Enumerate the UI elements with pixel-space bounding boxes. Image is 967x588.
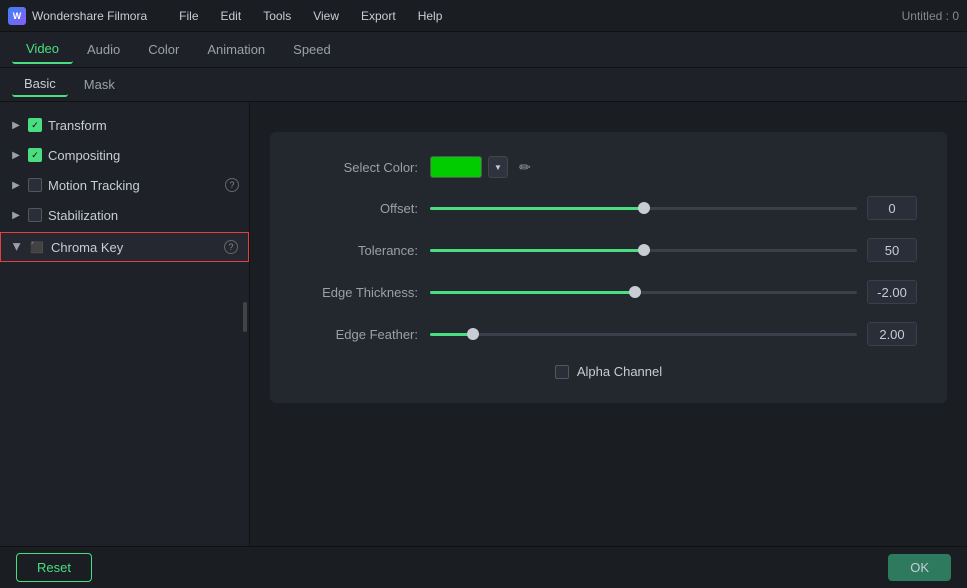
tab-color[interactable]: Color <box>134 36 193 63</box>
offset-slider-container: 0 <box>430 196 917 220</box>
tolerance-slider-container: 50 <box>430 238 917 262</box>
chevron-chroma-key: ▶ <box>11 241 23 253</box>
menu-tools[interactable]: Tools <box>253 5 301 27</box>
edge-thickness-slider[interactable] <box>430 291 857 294</box>
subtab-mask[interactable]: Mask <box>72 73 127 96</box>
sub-tabs: Basic Mask <box>0 68 967 102</box>
edge-thickness-value[interactable]: -2.00 <box>867 280 917 304</box>
offset-row: Offset: 0 <box>300 196 917 220</box>
section-motion-tracking[interactable]: ▶ Motion Tracking ? <box>0 170 249 200</box>
checkbox-compositing[interactable] <box>28 148 42 162</box>
alpha-channel-row: Alpha Channel <box>300 364 917 379</box>
offset-fill <box>430 207 644 210</box>
label-transform: Transform <box>48 118 239 133</box>
tab-video[interactable]: Video <box>12 35 73 64</box>
app-logo: W <box>8 7 26 25</box>
chevron-transform: ▶ <box>10 119 22 131</box>
label-stabilization: Stabilization <box>48 208 239 223</box>
offset-slider[interactable] <box>430 207 857 210</box>
chevron-stabilization: ▶ <box>10 209 22 221</box>
offset-value[interactable]: 0 <box>867 196 917 220</box>
color-swatch[interactable] <box>430 156 482 178</box>
menu-export[interactable]: Export <box>351 5 406 27</box>
properties-panel: ▶ Transform ▶ Compositing ▶ Motion Track… <box>0 102 250 546</box>
content-area: Select Color: ▼ ✏ Offset: 0 <box>250 102 967 546</box>
eyedropper-button[interactable]: ✏ <box>514 156 536 178</box>
select-color-label: Select Color: <box>300 160 430 175</box>
title-bar-left: W Wondershare Filmora File Edit Tools Vi… <box>8 5 902 27</box>
edge-thickness-label: Edge Thickness: <box>300 285 430 300</box>
label-motion-tracking: Motion Tracking <box>48 178 219 193</box>
checkbox-transform[interactable] <box>28 118 42 132</box>
alpha-channel-checkbox[interactable] <box>555 365 569 379</box>
subtab-basic[interactable]: Basic <box>12 72 68 97</box>
menu-edit[interactable]: Edit <box>211 5 252 27</box>
checkbox-motion-tracking[interactable] <box>28 178 42 192</box>
main-tabs: Video Audio Color Animation Speed <box>0 32 967 68</box>
app-name: Wondershare Filmora <box>32 9 147 23</box>
alpha-channel-label: Alpha Channel <box>577 364 662 379</box>
tolerance-value[interactable]: 50 <box>867 238 917 262</box>
panel: ▶ Transform ▶ Compositing ▶ Motion Track… <box>0 102 967 546</box>
menu-view[interactable]: View <box>303 5 349 27</box>
tolerance-thumb[interactable] <box>638 244 650 256</box>
help-chroma-key[interactable]: ? <box>224 240 238 254</box>
section-chroma-key[interactable]: ▶ ⬛ Chroma Key ? <box>0 232 249 262</box>
window-title: Untitled : 0 <box>902 9 959 23</box>
chevron-motion-tracking: ▶ <box>10 179 22 191</box>
menu-file[interactable]: File <box>169 5 208 27</box>
edge-feather-thumb[interactable] <box>467 328 479 340</box>
chevron-compositing: ▶ <box>10 149 22 161</box>
edge-feather-label: Edge Feather: <box>300 327 430 342</box>
section-compositing[interactable]: ▶ Compositing <box>0 140 249 170</box>
edge-thickness-thumb[interactable] <box>629 286 641 298</box>
title-bar: W Wondershare Filmora File Edit Tools Vi… <box>0 0 967 32</box>
scrollbar[interactable] <box>243 302 247 332</box>
menu-help[interactable]: Help <box>408 5 453 27</box>
edge-feather-slider[interactable] <box>430 333 857 336</box>
edge-thickness-fill <box>430 291 635 294</box>
tolerance-label: Tolerance: <box>300 243 430 258</box>
edge-thickness-row: Edge Thickness: -2.00 <box>300 280 917 304</box>
section-transform[interactable]: ▶ Transform <box>0 110 249 140</box>
help-motion-tracking[interactable]: ? <box>225 178 239 192</box>
edge-feather-slider-container: 2.00 <box>430 322 917 346</box>
reset-button[interactable]: Reset <box>16 553 92 582</box>
edge-feather-row: Edge Feather: 2.00 <box>300 322 917 346</box>
ok-button[interactable]: OK <box>888 554 951 581</box>
tolerance-row: Tolerance: 50 <box>300 238 917 262</box>
tolerance-slider[interactable] <box>430 249 857 252</box>
color-picker-container: ▼ ✏ <box>430 156 536 178</box>
menu-bar: File Edit Tools View Export Help <box>169 5 452 27</box>
checkbox-stabilization[interactable] <box>28 208 42 222</box>
tab-animation[interactable]: Animation <box>193 36 279 63</box>
label-chroma-key: Chroma Key <box>51 240 218 255</box>
color-dropdown-button[interactable]: ▼ <box>488 156 508 178</box>
edge-feather-value[interactable]: 2.00 <box>867 322 917 346</box>
offset-label: Offset: <box>300 201 430 216</box>
edge-thickness-slider-container: -2.00 <box>430 280 917 304</box>
section-stabilization[interactable]: ▶ Stabilization <box>0 200 249 230</box>
tab-audio[interactable]: Audio <box>73 36 134 63</box>
tolerance-fill <box>430 249 644 252</box>
bottom-bar: Reset OK <box>0 546 967 588</box>
chroma-panel: Select Color: ▼ ✏ Offset: 0 <box>270 132 947 403</box>
select-color-row: Select Color: ▼ ✏ <box>300 156 917 178</box>
offset-thumb[interactable] <box>638 202 650 214</box>
chroma-key-icon: ⬛ <box>29 239 45 255</box>
tab-speed[interactable]: Speed <box>279 36 345 63</box>
label-compositing: Compositing <box>48 148 239 163</box>
